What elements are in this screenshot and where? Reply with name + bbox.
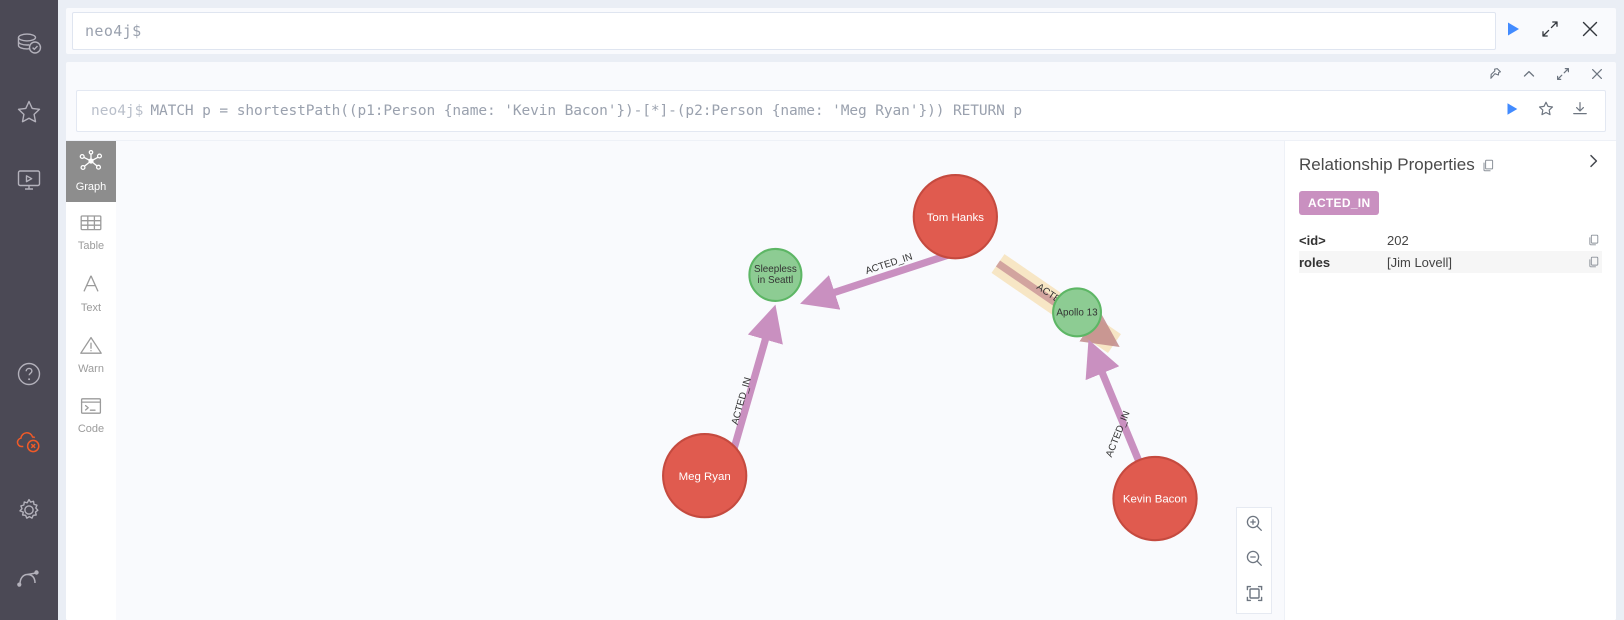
zoom-out-button[interactable] [1236,543,1272,578]
relationship-inspector: Relationship Properties ACTED_IN <id> 20… [1284,141,1616,620]
copy-icon[interactable] [1586,234,1602,246]
node-label-line2: in Seattl [758,275,794,286]
query-favorite-button[interactable] [1529,94,1563,128]
pin-icon [1488,67,1502,86]
zoom-fit-icon [1245,584,1264,608]
node-label: Sleepless [754,264,797,275]
chevron-right-icon [1587,153,1600,174]
property-row-roles: roles [Jim Lovell] [1299,251,1602,273]
node-kevin-bacon[interactable]: Kevin Bacon [1112,455,1198,542]
code-icon [79,396,103,421]
download-icon [1571,100,1589,123]
browser-sync-icon [14,165,44,195]
inspector-expand-button[interactable] [1584,153,1602,173]
cloud-disconnected-icon [13,426,45,458]
node-apollo-13[interactable]: Apollo 13 [1052,287,1102,338]
inspector-header: Relationship Properties [1299,155,1602,175]
property-value: 202 [1387,232,1409,248]
expand-arrows-icon [1556,67,1570,86]
node-label: Kevin Bacon [1123,494,1187,506]
relationship-type-badge[interactable]: ACTED_IN [1299,191,1380,215]
query-download-button[interactable] [1563,94,1597,128]
editor-run-button[interactable] [1496,14,1530,48]
graph-icon [78,149,104,179]
node-label: Tom Hanks [927,212,984,224]
play-icon [1503,19,1523,44]
property-key: roles [1299,254,1331,270]
main-column: neo4j$ neo4j$ MATCH p = shortestPath((p1… [58,0,1624,620]
property-key: <id> [1299,232,1326,248]
editor-prompt: neo4j$ [85,22,142,40]
zoom-out-icon [1245,549,1264,573]
query-text: MATCH p = shortestPath((p1:Person {name:… [150,103,1022,119]
query-prompt: neo4j$ [91,103,144,119]
play-icon [1503,100,1521,123]
tab-code-label: Code [77,423,105,435]
frame-query-row[interactable]: neo4j$ MATCH p = shortestPath((p1:Person… [76,90,1606,132]
editor-expand-button[interactable] [1530,11,1570,51]
favorites-star-icon [14,97,44,127]
settings-gear-icon [14,495,44,525]
query-run-button[interactable] [1495,94,1529,128]
neo4j-browser-window: neo4j$ neo4j$ MATCH p = shortestPath((p1… [0,0,1624,620]
chevron-up-icon [1522,67,1536,86]
tab-text-label: Text [80,302,102,314]
zoom-fit-button[interactable] [1236,578,1272,613]
view-tabs: Graph Table Text Warn Code [66,141,116,620]
copy-icon[interactable] [1586,256,1602,268]
table-icon [79,213,103,238]
graph-visualization[interactable]: ACTED_IN ACTED_IN ACTED_IN Tom Hanks Sle… [116,141,1284,620]
star-icon [1537,100,1555,123]
copy-icon[interactable] [1482,159,1495,172]
tab-table-label: Table [77,240,105,252]
frame-body: Graph Table Text Warn Code ACTED_IN ACTE… [66,140,1616,620]
sidebar-item-connection-status[interactable] [0,408,58,476]
graph-svg: ACTED_IN ACTED_IN ACTED_IN Tom Hanks Sle… [662,174,1198,542]
inspector-title: Relationship Properties [1299,155,1475,174]
tab-table[interactable]: Table [66,202,116,263]
result-frame: neo4j$ MATCH p = shortestPath((p1:Person… [66,62,1616,620]
frame-expand-button[interactable] [1554,67,1572,85]
text-icon [79,273,103,300]
sidebar-item-favorites[interactable] [0,78,58,146]
frame-close-button[interactable] [1588,67,1606,85]
zoom-controls [1236,507,1272,614]
frame-titlebar [66,62,1616,90]
node-label: Apollo 13 [1056,307,1098,318]
tab-graph[interactable]: Graph [66,141,116,202]
zoom-in-button[interactable] [1236,508,1272,543]
node-label: Meg Ryan [679,471,731,483]
tab-text[interactable]: Text [66,263,116,324]
help-icon [14,359,44,389]
editor-close-button[interactable] [1570,11,1610,51]
sidebar-item-database[interactable] [0,10,58,78]
zoom-in-icon [1245,514,1264,538]
sidebar-item-about[interactable] [0,544,58,612]
tab-warn[interactable]: Warn [66,324,116,385]
expand-arrows-icon [1541,20,1559,43]
node-sleepless-in-seattle[interactable]: Sleepless in Seattl [748,247,803,302]
sidebar-item-help[interactable] [0,340,58,408]
sidebar-item-settings[interactable] [0,476,58,544]
frame-pin-button[interactable] [1486,67,1504,85]
tab-code[interactable]: Code [66,385,116,446]
close-icon [1590,67,1604,86]
about-icon [14,563,44,593]
property-value: [Jim Lovell] [1387,254,1453,270]
cypher-editor[interactable]: neo4j$ [72,12,1496,50]
node-meg-ryan[interactable]: Meg Ryan [662,433,748,519]
frame-collapse-button[interactable] [1520,67,1538,85]
sidebar-item-guides[interactable] [0,146,58,214]
property-row-id: <id> 202 [1299,229,1602,251]
database-icon [14,29,44,59]
relationship-acted-in-sleepless[interactable]: ACTED_IN [800,249,956,310]
app-sidebar-rail [0,0,58,620]
top-editor-bar: neo4j$ [66,8,1616,54]
warning-icon [79,335,103,361]
tab-warn-label: Warn [78,362,104,375]
close-icon [1580,19,1600,44]
tab-graph-label: Graph [75,181,107,193]
node-tom-hanks[interactable]: Tom Hanks [912,174,998,260]
